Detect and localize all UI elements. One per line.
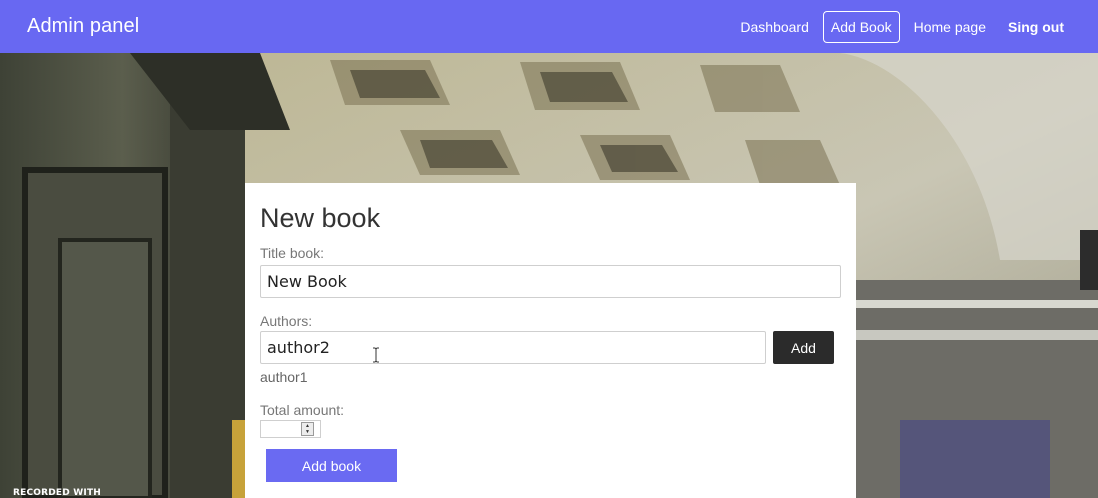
nav-links: Dashboard Add Book Home page Sing out [726, 10, 1072, 43]
author-list-item: author1 [260, 369, 308, 385]
total-amount-input[interactable]: ▲ ▼ [260, 420, 321, 438]
text-cursor-icon [373, 347, 379, 363]
nav-link-sign-out[interactable]: Sing out [1000, 11, 1072, 43]
brand-title[interactable]: Admin panel [27, 15, 139, 38]
nav-link-add-book[interactable]: Add Book [822, 10, 900, 43]
authors-label: Authors: [260, 313, 313, 329]
author-input[interactable]: author2 [260, 331, 766, 364]
nav-link-dashboard[interactable]: Dashboard [732, 11, 817, 43]
new-book-form: New book Title book: New Book Authors: a… [245, 183, 856, 498]
spinner-up-icon[interactable]: ▲ [305, 423, 310, 429]
total-amount-label: Total amount: [260, 402, 345, 418]
form-title: New book [260, 203, 381, 233]
top-navbar: Admin panel Dashboard Add Book Home page… [0, 0, 1098, 53]
title-book-input[interactable]: New Book [260, 265, 841, 298]
nav-link-home-page[interactable]: Home page [906, 11, 994, 43]
add-book-button[interactable]: Add book [266, 449, 397, 482]
number-spinner[interactable]: ▲ ▼ [301, 422, 314, 436]
add-author-button[interactable]: Add [773, 331, 834, 364]
recording-watermark: RECORDED WITH [13, 488, 102, 498]
title-book-label: Title book: [260, 245, 325, 261]
spinner-down-icon[interactable]: ▼ [305, 429, 310, 435]
